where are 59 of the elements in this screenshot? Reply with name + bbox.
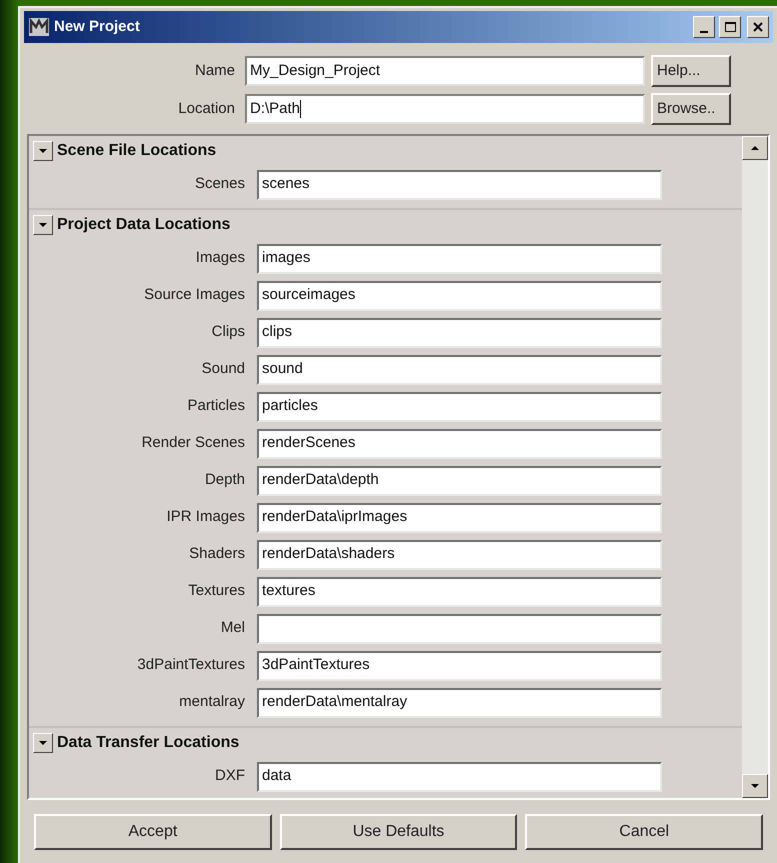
down-triangle-icon [38, 148, 48, 154]
section-title: Data Transfer Locations [57, 733, 240, 753]
field-label: Depth [204, 470, 246, 490]
dialog-button[interactable]: Accept [34, 814, 272, 850]
text-field[interactable]: 3dPaintTextures [257, 650, 662, 680]
dialog-button[interactable]: Cancel [525, 814, 764, 850]
field-label: Mel [220, 618, 246, 638]
text-field[interactable]: D:\Path [245, 94, 645, 124]
text-field[interactable]: My_Design_Project [245, 56, 645, 86]
text-field[interactable] [257, 614, 662, 644]
scroll-down-button[interactable] [742, 774, 768, 798]
text-field[interactable]: particles [257, 392, 662, 422]
field-label: Scenes [194, 174, 246, 194]
scrollbar[interactable] [742, 136, 768, 798]
app-logo-icon [28, 17, 50, 37]
dialog-button[interactable]: Use Defaults [280, 814, 518, 850]
text-field[interactable]: scenes [257, 170, 662, 200]
section-title: Project Data Locations [57, 215, 230, 235]
field-label: Textures [187, 581, 246, 602]
down-triangle-icon [750, 783, 760, 789]
section-title: Scene File Locations [57, 141, 216, 161]
text-field[interactable]: sound [257, 354, 662, 384]
field-label: Sound [200, 359, 246, 380]
scroll-up-button[interactable] [742, 136, 768, 160]
text-field[interactable]: sourceimages [257, 280, 662, 310]
field-label: Name [194, 60, 236, 81]
field-label: IPR Images [166, 507, 246, 528]
field-label: 3dPaintTextures [136, 655, 246, 676]
field-label: Images [194, 248, 246, 268]
close-button[interactable] [747, 16, 769, 38]
close-icon [753, 22, 763, 32]
field-label: Clips [210, 322, 246, 342]
down-triangle-icon [38, 222, 48, 228]
field-label: DXF [214, 766, 246, 786]
side-button[interactable]: Help... [651, 55, 731, 87]
field-label: Shaders [188, 544, 246, 564]
collapse-toggle[interactable] [33, 141, 53, 161]
minimize-button[interactable] [693, 16, 715, 38]
field-label: Source Images [143, 285, 246, 306]
text-field[interactable]: clips [257, 318, 662, 348]
text-field[interactable]: renderScenes [257, 428, 662, 458]
maximize-button[interactable] [719, 16, 741, 38]
text-field[interactable]: data [257, 762, 662, 792]
side-button[interactable]: Browse.. [651, 93, 731, 125]
field-label: Location [177, 98, 236, 119]
text-field[interactable]: images [257, 244, 662, 274]
text-field[interactable]: renderData\shaders [257, 540, 662, 570]
field-label: Particles [186, 396, 246, 416]
text-field[interactable]: renderData\depth [257, 466, 662, 496]
text-field[interactable]: textures [257, 576, 662, 606]
window-title: New Project [54, 16, 140, 37]
collapse-toggle[interactable] [33, 733, 53, 753]
text-field[interactable]: renderData\mentalray [257, 688, 662, 718]
field-label: mentalray [178, 692, 246, 712]
text-field[interactable]: renderData\iprImages [257, 502, 662, 532]
up-triangle-icon [750, 145, 760, 151]
down-triangle-icon [38, 740, 48, 746]
collapse-toggle[interactable] [33, 215, 53, 235]
field-label: Render Scenes [140, 433, 246, 454]
